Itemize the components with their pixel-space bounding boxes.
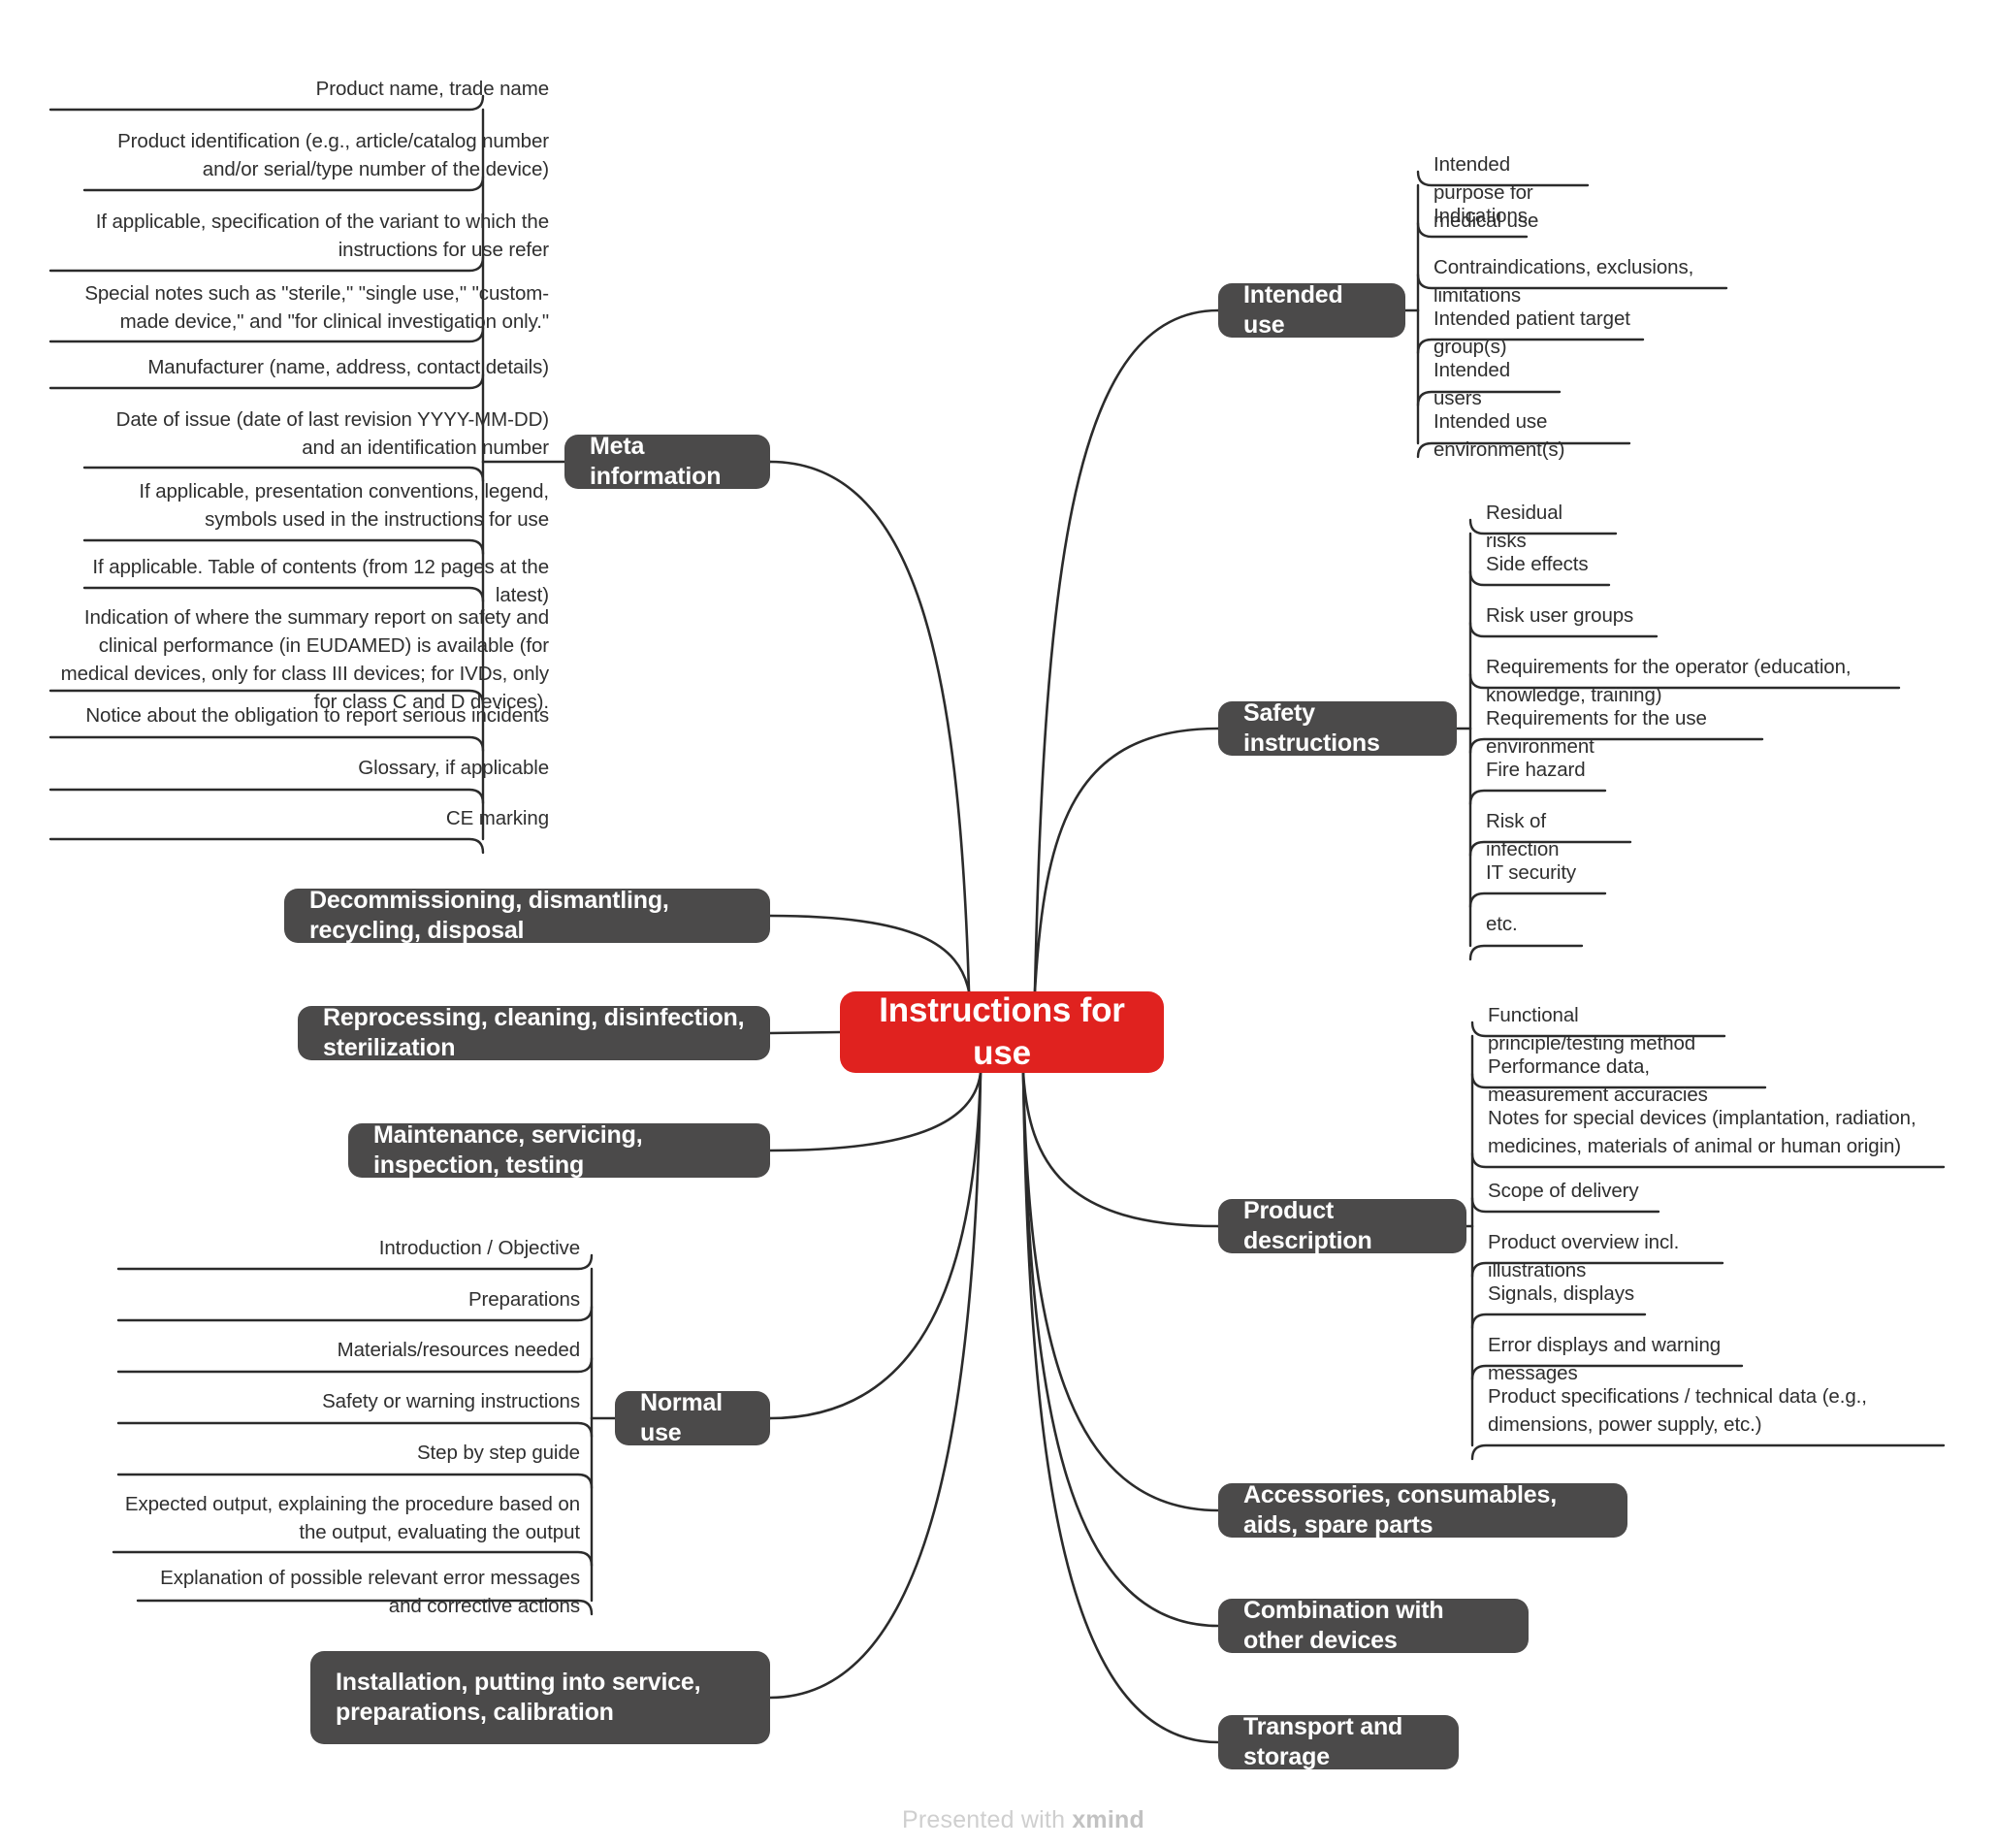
branch-node-reprocessing[interactable]: Reprocessing, cleaning, disinfection, st…: [298, 1004, 770, 1061]
leaf-product-description-1[interactable]: Performance data, measurement accuracies: [1488, 1053, 1757, 1109]
leaf-normal-use-5[interactable]: Expected output, explaining the procedur…: [121, 1490, 580, 1546]
branch-node-decommissioning[interactable]: Decommissioning, dismantling, recycling,…: [284, 887, 770, 944]
leaf-normal-use-6[interactable]: Explanation of possible relevant error m…: [145, 1564, 580, 1620]
leaf-product-description-4[interactable]: Product overview incl. illustrations: [1488, 1228, 1715, 1284]
leaf-intended-use-4[interactable]: Intended users: [1433, 356, 1552, 412]
leaf-safety-instructions-5[interactable]: Fire hazard: [1486, 756, 1597, 784]
branch-node-product-description[interactable]: Product description: [1218, 1197, 1466, 1254]
leaf-meta-information-1[interactable]: Product identification (e.g., article/ca…: [92, 127, 549, 183]
leaf-normal-use-0[interactable]: Introduction / Objective: [126, 1234, 580, 1262]
leaf-product-description-6[interactable]: Error displays and warning messages: [1488, 1331, 1734, 1387]
leaf-safety-instructions-7[interactable]: IT security: [1486, 859, 1597, 887]
footer-brand: xmind: [1072, 1806, 1144, 1833]
leaf-product-description-5[interactable]: Signals, displays: [1488, 1280, 1637, 1308]
footer-attribution: Presented with xmind: [902, 1806, 1144, 1834]
leaf-meta-information-4[interactable]: Manufacturer (name, address, contact det…: [58, 353, 549, 381]
leaf-normal-use-1[interactable]: Preparations: [126, 1285, 580, 1313]
leaf-product-description-3[interactable]: Scope of delivery: [1488, 1177, 1651, 1205]
leaf-product-description-0[interactable]: Functional principle/testing method: [1488, 1001, 1717, 1057]
branch-node-installation[interactable]: Installation, putting into service, prep…: [310, 1651, 770, 1744]
leaf-meta-information-5[interactable]: Date of issue (date of last revision YYY…: [92, 405, 549, 462]
branch-node-transport[interactable]: Transport and storage: [1218, 1713, 1459, 1770]
leaf-meta-information-9[interactable]: Notice about the obligation to report se…: [58, 701, 549, 729]
branch-node-accessories[interactable]: Accessories, consumables, aids, spare pa…: [1218, 1481, 1627, 1539]
branch-node-intended-use[interactable]: Intended use: [1218, 281, 1405, 339]
leaf-safety-instructions-8[interactable]: etc.: [1486, 910, 1574, 938]
leaf-intended-use-5[interactable]: Intended use environment(s): [1433, 407, 1622, 464]
leaf-normal-use-2[interactable]: Materials/resources needed: [126, 1336, 580, 1364]
leaf-safety-instructions-6[interactable]: Risk of infection: [1486, 807, 1623, 863]
leaf-meta-information-10[interactable]: Glossary, if applicable: [58, 754, 549, 782]
leaf-meta-information-7[interactable]: If applicable. Table of contents (from 1…: [92, 553, 549, 609]
leaf-intended-use-1[interactable]: Indications: [1433, 202, 1528, 230]
leaf-product-description-7[interactable]: Product specifications / technical data …: [1488, 1382, 1936, 1439]
leaf-intended-use-2[interactable]: Contraindications, exclusions, limitatio…: [1433, 253, 1719, 309]
leaf-safety-instructions-2[interactable]: Risk user groups: [1486, 601, 1649, 630]
leaf-normal-use-3[interactable]: Safety or warning instructions: [126, 1387, 580, 1415]
mindmap-canvas: Instructions for use Meta information Prod…: [0, 0, 1997, 1848]
leaf-normal-use-4[interactable]: Step by step guide: [126, 1439, 580, 1467]
leaf-intended-use-3[interactable]: Intended patient target group(s): [1433, 305, 1635, 361]
branch-node-combination[interactable]: Combination with other devices: [1218, 1597, 1529, 1654]
branch-node-normal-use[interactable]: Normal use: [615, 1389, 770, 1446]
leaf-meta-information-2[interactable]: If applicable, specification of the vari…: [58, 208, 549, 264]
leaf-safety-instructions-0[interactable]: Residual risks: [1486, 499, 1608, 555]
footer-prefix: Presented with: [902, 1806, 1073, 1833]
branch-node-meta-information[interactable]: Meta information: [564, 433, 770, 490]
leaf-safety-instructions-3[interactable]: Requirements for the operator (education…: [1486, 653, 1891, 709]
branch-node-maintenance[interactable]: Maintenance, servicing, inspection, test…: [348, 1121, 770, 1179]
leaf-safety-instructions-4[interactable]: Requirements for the use environment: [1486, 704, 1755, 761]
leaf-meta-information-0[interactable]: Product name, trade name: [58, 75, 549, 103]
root-node-instructions-for-use[interactable]: Instructions for use: [840, 991, 1164, 1073]
leaf-meta-information-8[interactable]: Indication of where the summary report o…: [58, 603, 549, 716]
leaf-product-description-2[interactable]: Notes for special devices (implantation,…: [1488, 1104, 1936, 1160]
branch-node-safety-instructions[interactable]: Safety instructions: [1218, 699, 1457, 757]
leaf-meta-information-6[interactable]: If applicable, presentation conventions,…: [92, 477, 549, 534]
leaf-meta-information-3[interactable]: Special notes such as "sterile," "single…: [58, 279, 549, 336]
leaf-safety-instructions-1[interactable]: Side effects: [1486, 550, 1601, 578]
leaf-meta-information-11[interactable]: CE marking: [58, 804, 549, 832]
